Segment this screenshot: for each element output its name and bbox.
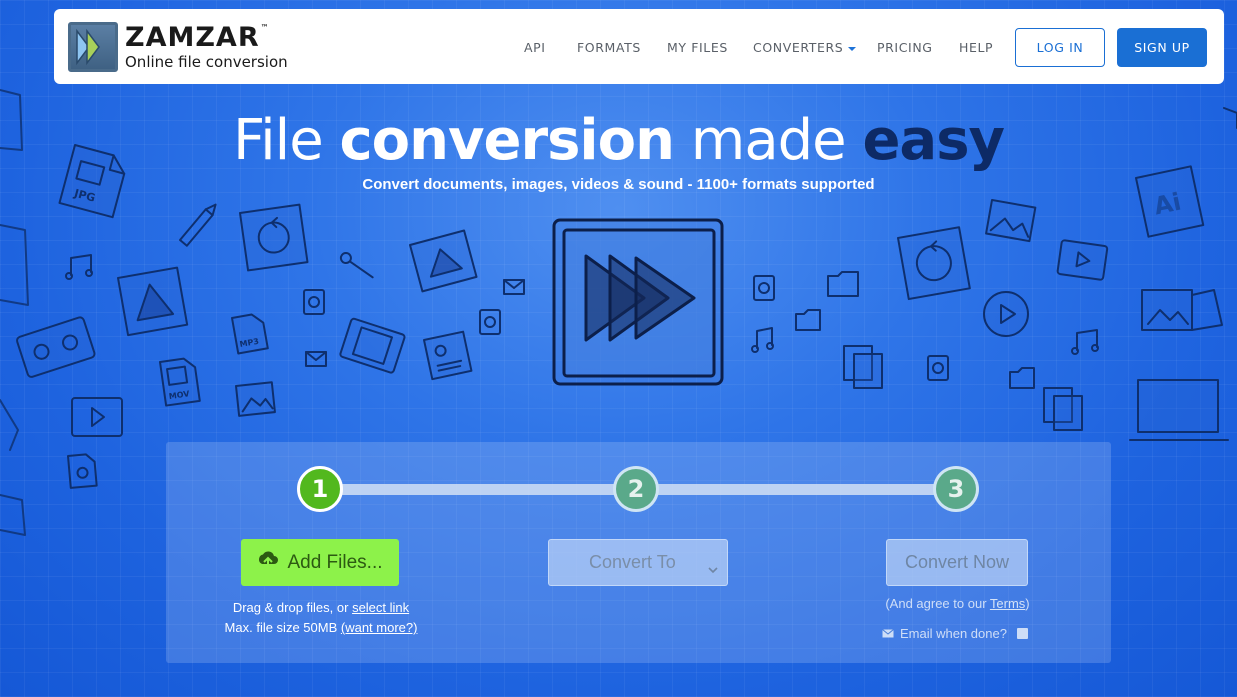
hero-title-part2: conversion bbox=[339, 108, 675, 173]
convert-now-button[interactable]: Convert Now bbox=[886, 539, 1028, 586]
nav-my-files[interactable]: MY FILES bbox=[667, 40, 728, 55]
trademark: ™ bbox=[260, 23, 270, 32]
brand-name: ZAMZAR™ bbox=[125, 22, 270, 53]
zamzar-logo-icon bbox=[68, 22, 118, 72]
want-more-link[interactable]: (want more?) bbox=[341, 620, 418, 635]
agree-suffix: ) bbox=[1025, 596, 1030, 611]
zamzar-logo[interactable]: ZAMZAR™ Online file conversion bbox=[68, 22, 288, 72]
chevron-down-icon bbox=[708, 558, 718, 579]
hero-title: File conversion made easy bbox=[0, 108, 1237, 173]
cloud-upload-icon bbox=[257, 550, 279, 576]
envelope-icon bbox=[882, 626, 894, 641]
step-3-indicator: 3 bbox=[933, 466, 979, 512]
upload-instructions: Drag & drop files, or select link Max. f… bbox=[166, 598, 476, 638]
fast-forward-logo-icon bbox=[552, 218, 724, 391]
chevron-down-icon bbox=[848, 46, 857, 51]
max-file-size-text: Max. file size 50MB bbox=[224, 620, 341, 635]
select-link[interactable]: select link bbox=[352, 600, 409, 615]
top-navbar: ZAMZAR™ Online file conversion API FORMA… bbox=[54, 9, 1224, 84]
nav-converters[interactable]: CONVERTERS bbox=[753, 40, 857, 55]
terms-agreement: (And agree to our Terms) bbox=[860, 596, 1055, 611]
login-button[interactable]: LOG IN bbox=[1015, 28, 1105, 67]
agree-prefix: (And agree to our bbox=[885, 596, 990, 611]
add-files-label: Add Files... bbox=[287, 551, 383, 573]
drag-drop-text: Drag & drop files, or bbox=[232, 600, 353, 615]
terms-link[interactable]: Terms bbox=[990, 596, 1025, 611]
hero-title-easy: easy bbox=[862, 108, 1005, 173]
email-when-done-row: Email when done? bbox=[882, 626, 1028, 641]
nav-api[interactable]: API bbox=[524, 40, 546, 55]
email-when-done-checkbox[interactable] bbox=[1016, 628, 1028, 639]
convert-to-label: Convert To bbox=[589, 552, 676, 572]
hero-subtitle: Convert documents, images, videos & soun… bbox=[362, 176, 875, 193]
progress-line-1 bbox=[330, 484, 630, 495]
step-2-indicator: 2 bbox=[613, 466, 659, 512]
nav-formats[interactable]: FORMATS bbox=[577, 40, 641, 55]
nav-help[interactable]: HELP bbox=[959, 40, 993, 55]
add-files-button[interactable]: Add Files... bbox=[241, 539, 399, 586]
email-when-done-label: Email when done? bbox=[900, 626, 1007, 641]
nav-pricing[interactable]: PRICING bbox=[877, 40, 933, 55]
hero-title-part3: made bbox=[673, 108, 863, 173]
brand-tagline: Online file conversion bbox=[125, 53, 288, 71]
step-1-indicator: 1 bbox=[297, 466, 343, 512]
progress-line-2 bbox=[650, 484, 950, 495]
nav-converters-label: CONVERTERS bbox=[753, 40, 844, 55]
signup-button[interactable]: SIGN UP bbox=[1117, 28, 1207, 67]
hero-title-part1: File bbox=[232, 108, 340, 173]
convert-to-select[interactable]: Convert To bbox=[548, 539, 728, 586]
